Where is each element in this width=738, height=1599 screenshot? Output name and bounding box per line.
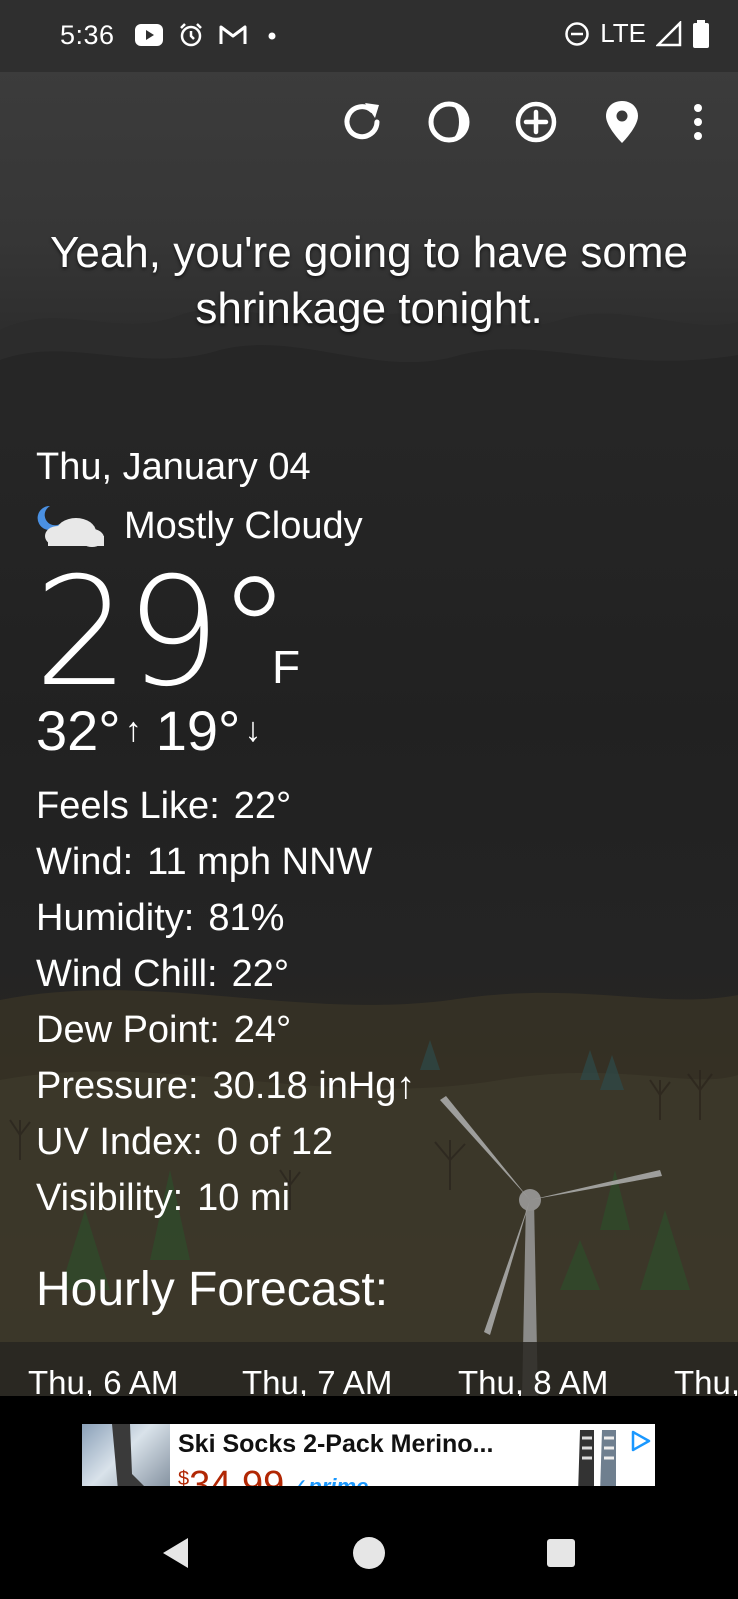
current-date: Thu, January 04 <box>36 446 311 488</box>
gmail-icon <box>219 25 247 44</box>
hourly-forecast-title: Hourly Forecast: <box>36 1263 389 1316</box>
detail-feels-like: Feels Like: 22° <box>36 785 292 827</box>
refresh-icon[interactable] <box>338 98 386 146</box>
detail-humidity: Humidity: 81% <box>36 897 285 939</box>
partly-cloudy-night-icon <box>37 505 104 547</box>
detail-visibility: Visibility: 10 mi <box>36 1177 291 1219</box>
home-icon[interactable] <box>352 1536 386 1570</box>
condition-text: Mostly Cloudy <box>124 504 363 547</box>
youtube-icon <box>135 24 163 46</box>
dnd-icon <box>565 21 589 46</box>
hourly-item-label[interactable]: Thu, <box>674 1364 738 1396</box>
detail-wind-chill: Wind Chill: 22° <box>36 953 290 995</box>
location-icon[interactable] <box>598 98 646 146</box>
high-low-temps: 32° ↑ 19° ↓ <box>36 698 275 763</box>
low-temp: 19° <box>155 699 241 762</box>
temperature-unit: F <box>272 641 301 693</box>
recents-icon[interactable] <box>547 1539 575 1567</box>
high-temp: 32° <box>36 699 121 762</box>
overflow-menu-icon[interactable] <box>686 100 710 144</box>
detail-uv-index: UV Index: 0 of 12 <box>36 1121 334 1163</box>
dot-icon <box>268 32 276 40</box>
down-arrow-icon: ↓ <box>244 711 262 749</box>
hourly-item-label[interactable]: Thu, 8 AM <box>458 1364 608 1396</box>
back-icon[interactable] <box>160 1536 192 1570</box>
detail-dew-point: Dew Point: 24° <box>36 1009 292 1051</box>
hourly-forecast-strip[interactable]: Thu, 6 AM Thu, 7 AM Thu, 8 AM Thu, <box>0 1342 738 1396</box>
ad-choices-icon[interactable] <box>627 1430 653 1452</box>
alarm-icon <box>180 23 202 47</box>
up-arrow-icon: ↑ <box>124 711 142 749</box>
condition-row: Mostly Cloudy <box>36 502 363 550</box>
weather-details: Feels Like: 22° Wind: 11 mph NNW Humidity:… <box>36 778 415 1226</box>
moon-phase-icon[interactable] <box>425 98 473 146</box>
signal-icon <box>656 20 682 46</box>
battery-icon <box>693 19 709 48</box>
hourly-item-label[interactable]: Thu, 7 AM <box>242 1364 392 1396</box>
current-temperature: 29° <box>34 546 292 720</box>
hourly-item-label[interactable]: Thu, 6 AM <box>28 1364 178 1396</box>
status-bar: 5:36 LTE <box>0 0 738 72</box>
detail-wind: Wind: 11 mph NNW <box>36 841 373 883</box>
tagline: Yeah, you're going to have some shrinkag… <box>50 228 688 333</box>
detail-pressure: Pressure: 30.18 inHg↑ <box>36 1065 416 1107</box>
ad-title[interactable]: Ski Socks 2-Pack Merino... <box>178 1430 493 1459</box>
status-time: 5:36 <box>60 20 115 50</box>
network-label: LTE <box>600 18 646 48</box>
add-location-icon[interactable] <box>512 98 560 146</box>
